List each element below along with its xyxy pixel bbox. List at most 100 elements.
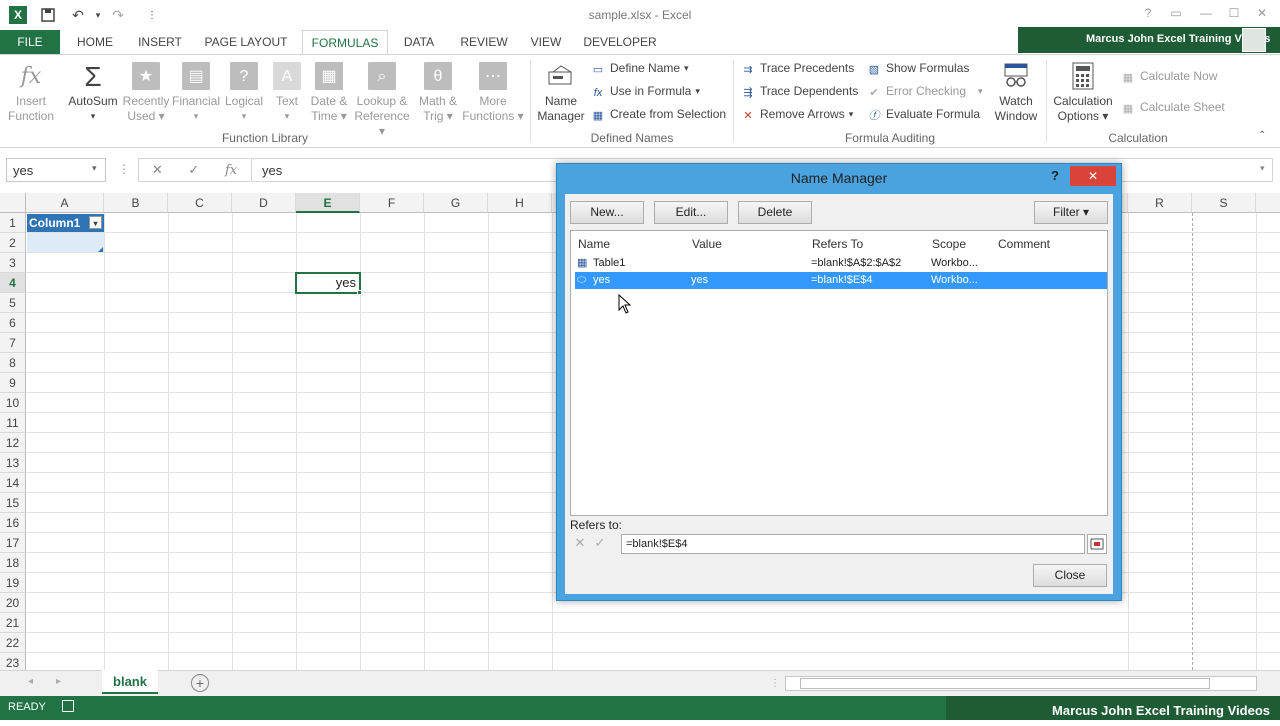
insert-function-button[interactable]: fx Insert Function <box>4 62 58 124</box>
tab-file[interactable]: FILE <box>0 30 60 54</box>
error-checking-button[interactable]: ✔ Error Checking ▾ <box>866 82 982 100</box>
close-window-icon[interactable]: ✕ <box>1252 6 1272 24</box>
cancel-icon[interactable]: ✕ <box>152 162 163 178</box>
tab-formulas[interactable]: FORMULAS <box>302 30 388 55</box>
scroll-right-icon[interactable]: ▸ <box>56 676 61 687</box>
column-header-h[interactable]: H <box>488 193 552 213</box>
column-header-value[interactable]: Value <box>692 237 722 251</box>
tab-review[interactable]: REVIEW <box>454 30 514 54</box>
dialog-help-icon[interactable]: ? <box>1051 168 1059 183</box>
column-header-t[interactable] <box>1256 193 1280 213</box>
insert-function-icon[interactable]: fx <box>225 163 237 178</box>
confirm-edit-icon[interactable]: ✓ <box>591 535 609 553</box>
horizontal-scroll-thumb[interactable] <box>800 678 1210 689</box>
tab-view[interactable]: VIEW <box>524 30 568 54</box>
recently-used-button[interactable]: ★ Recently Used ▾ <box>122 62 170 124</box>
calculate-sheet-button[interactable]: ▦ Calculate Sheet <box>1120 98 1225 116</box>
cancel-edit-icon[interactable]: ✕ <box>571 535 589 553</box>
row-header-7[interactable]: 7 <box>0 333 26 353</box>
name-box[interactable]: yes <box>6 158 106 182</box>
expand-formula-bar-icon[interactable]: ▾ <box>1260 163 1265 174</box>
row-header-12[interactable]: 12 <box>0 433 26 453</box>
logical-button[interactable]: ? Logical ▾ <box>222 62 266 124</box>
column-header-a[interactable]: A <box>26 193 104 213</box>
names-list[interactable]: Name Value Refers To Scope Comment ▦ Tab… <box>570 230 1108 516</box>
column-header-scope[interactable]: Scope <box>932 237 966 251</box>
collapse-ribbon-icon[interactable]: ⌃ <box>1258 130 1266 141</box>
column-header-b[interactable]: B <box>104 193 168 213</box>
more-functions-button[interactable]: ⋯ More Functions ▾ <box>462 62 524 124</box>
column-header-e[interactable]: E <box>296 193 360 213</box>
collapse-dialog-icon[interactable] <box>1087 534 1107 554</box>
column-header-c[interactable]: C <box>168 193 232 213</box>
filter-dropdown-icon[interactable]: ▾ <box>89 216 102 229</box>
ribbon-display-icon[interactable]: ▭ <box>1166 6 1186 24</box>
table-resize-handle[interactable] <box>98 247 103 252</box>
use-in-formula-button[interactable]: fx Use in Formula ▾ <box>590 82 700 100</box>
column-header-f[interactable]: F <box>360 193 424 213</box>
row-header-16[interactable]: 16 <box>0 513 26 533</box>
add-sheet-icon[interactable]: + <box>191 674 209 692</box>
column-header-d[interactable]: D <box>232 193 296 213</box>
financial-button[interactable]: ▤ Financial ▾ <box>172 62 220 124</box>
trace-precedents-button[interactable]: ⇉ Trace Precedents <box>740 59 854 77</box>
row-header-3[interactable]: 3 <box>0 253 26 273</box>
tab-developer[interactable]: DEVELOPER <box>580 30 660 54</box>
scroll-left-icon[interactable]: ◂ <box>28 676 33 687</box>
tab-data[interactable]: DATA <box>396 30 442 54</box>
column-header-s[interactable]: S <box>1192 193 1256 213</box>
row-header-6[interactable]: 6 <box>0 313 26 333</box>
math-trig-button[interactable]: θ Math & Trig ▾ <box>414 62 462 124</box>
column-header-r[interactable]: R <box>1128 193 1192 213</box>
name-manager-button[interactable]: Name Manager <box>534 62 588 124</box>
maximize-icon[interactable]: ☐ <box>1224 6 1244 24</box>
autosum-button[interactable]: Σ AutoSum ▾ <box>64 62 122 124</box>
row-header-5[interactable]: 5 <box>0 293 26 313</box>
list-item[interactable]: ▦ Table1 =blank!$A$2:$A$2 Workbo... <box>575 255 1107 272</box>
delete-button[interactable]: Delete <box>738 201 812 224</box>
define-name-button[interactable]: ▭ Define Name ▾ <box>590 59 689 77</box>
trace-dependents-button[interactable]: ⇶ Trace Dependents <box>740 82 858 100</box>
close-button[interactable]: Close <box>1033 564 1107 587</box>
row-header-14[interactable]: 14 <box>0 473 26 493</box>
remove-arrows-button[interactable]: ✕ Remove Arrows ▾ <box>740 105 853 123</box>
column-header-g[interactable]: G <box>424 193 488 213</box>
watch-window-button[interactable]: Watch Window <box>990 62 1042 124</box>
filter-button[interactable]: Filter ▾ <box>1034 201 1108 224</box>
calculate-now-button[interactable]: ▦ Calculate Now <box>1120 67 1218 85</box>
lookup-reference-button[interactable]: ⌕ Lookup & Reference ▾ <box>350 62 414 139</box>
macro-record-icon[interactable] <box>62 700 74 712</box>
help-icon[interactable]: ? <box>1138 6 1158 24</box>
create-from-selection-button[interactable]: ▦ Create from Selection <box>590 105 726 123</box>
row-header-15[interactable]: 15 <box>0 493 26 513</box>
row-header-11[interactable]: 11 <box>0 413 26 433</box>
row-header-13[interactable]: 13 <box>0 453 26 473</box>
tab-page-layout[interactable]: PAGE LAYOUT <box>200 30 292 54</box>
refers-to-input[interactable]: =blank!$E$4 <box>621 534 1085 554</box>
new-button[interactable]: New... <box>570 201 644 224</box>
row-header-10[interactable]: 10 <box>0 393 26 413</box>
text-button[interactable]: A Text ▾ <box>268 62 306 124</box>
row-header-1[interactable]: 1 <box>0 213 26 233</box>
row-header-21[interactable]: 21 <box>0 613 26 633</box>
table-header-cell[interactable]: Column1 ▾ <box>27 214 104 232</box>
active-cell-e4[interactable]: yes <box>295 272 361 294</box>
evaluate-formula-button[interactable]: ⓕ Evaluate Formula <box>866 105 981 123</box>
row-header-4[interactable]: 4 <box>0 273 26 293</box>
show-formulas-button[interactable]: ▧ Show Formulas <box>866 59 970 77</box>
row-header-2[interactable]: 2 <box>0 233 26 253</box>
enter-icon[interactable]: ✓ <box>188 162 199 178</box>
column-header-name[interactable]: Name <box>578 237 610 251</box>
name-box-dropdown-icon[interactable]: ▾ <box>92 163 97 174</box>
row-header-22[interactable]: 22 <box>0 633 26 653</box>
tab-insert[interactable]: INSERT <box>132 30 188 54</box>
row-header-8[interactable]: 8 <box>0 353 26 373</box>
select-all-corner[interactable] <box>0 193 26 213</box>
tab-home[interactable]: HOME <box>70 30 120 54</box>
avatar[interactable] <box>1242 28 1266 52</box>
row-header-17[interactable]: 17 <box>0 533 26 553</box>
date-time-button[interactable]: ▦ Date & Time ▾ <box>306 62 352 124</box>
row-header-20[interactable]: 20 <box>0 593 26 613</box>
sheet-tab-blank[interactable]: blank <box>102 670 158 694</box>
list-item-selected[interactable]: ⬭ yes yes =blank!$E$4 Workbo... <box>575 272 1107 289</box>
